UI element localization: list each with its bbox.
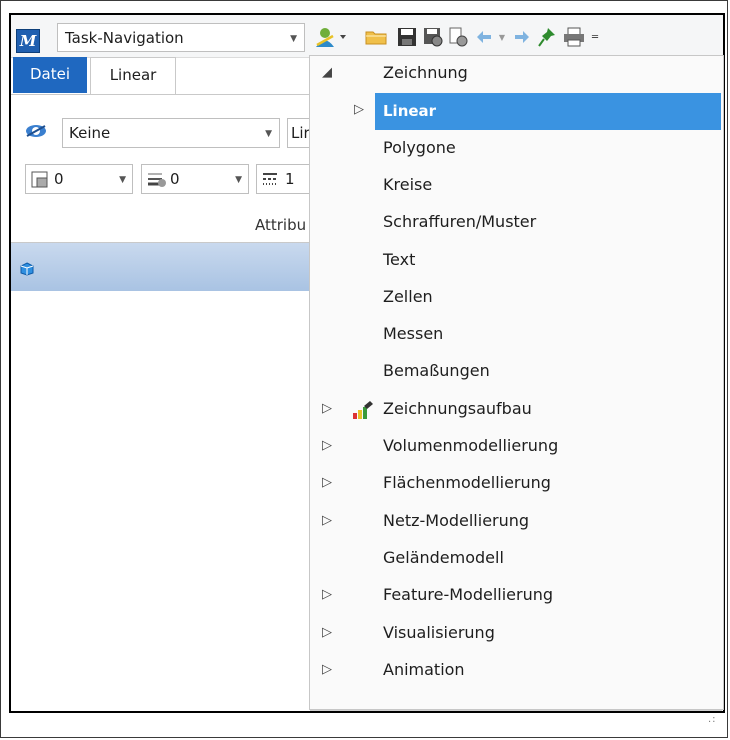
menu-item[interactable]: ▷ Feature-Modellierung [310,578,722,615]
menu-item[interactable]: Messen [310,317,722,354]
menu-item[interactable]: ▷ Zeichnungsaufbau [310,392,722,429]
menu-item[interactable]: Kreise [310,168,722,205]
folder-icon [365,31,387,45]
menu-item-label: Feature-Modellierung [383,585,554,605]
pushpin-icon [538,28,555,47]
active-linestyle-combo[interactable]: 1 [256,164,312,194]
level-display-icon[interactable] [25,122,47,140]
color-icon [31,171,48,188]
line-weight-icon [148,173,166,187]
expand-arrow-icon[interactable]: ▷ [322,401,332,416]
menu-item-label: Geländemodell [383,547,504,567]
menu-item[interactable]: ▷ Netz-Modellierung [310,504,722,541]
menu-item[interactable]: Zellen [310,280,722,317]
ribbon-group-label: Attribu [255,216,307,234]
menu-item[interactable]: ▷ Flächenmodellierung [310,466,722,503]
view-area[interactable] [11,291,311,711]
active-weight-value: 0 [170,170,180,188]
active-style-value: Lir [291,124,310,142]
menu-item-label: Volumenmodellierung [383,436,559,455]
active-level-combo[interactable]: Keine ▼ [62,118,280,148]
compress-button[interactable] [446,24,470,50]
collapse-arrow-icon[interactable]: ◢ [322,65,332,80]
menu-item[interactable]: Geländemodell [310,541,722,578]
chevron-down-icon: ▼ [498,32,506,42]
save-icon [398,28,416,46]
task-navigation-value: Task-Navigation [65,29,184,47]
menu-item-label: Visualisierung [383,622,495,642]
printer-icon [564,27,584,47]
open-folder-button[interactable] [364,24,388,50]
task-navigation-dropdown[interactable]: Task-Navigation ▼ [57,23,305,52]
chevron-down-icon: ▼ [235,175,242,185]
menu-item-label: Polygone [383,137,456,157]
active-weight-combo[interactable]: 0 ▼ [141,164,249,194]
menu-item-label: Zellen [383,286,433,306]
menu-footer-divider [310,710,722,711]
menu-item-label: Netz-Modellierung [383,510,530,530]
menu-item[interactable]: ▷ Visualisierung [310,616,722,653]
pin-button[interactable] [536,24,558,50]
menu-item-label: Zeichnung [383,63,468,82]
menu-item-label: Text [383,249,416,269]
view-header [11,243,311,291]
save-settings-icon [424,28,443,47]
menu-item-label: Zeichnungsaufbau [383,398,532,418]
save-settings-button[interactable] [421,24,445,50]
menu-item[interactable]: Bemaßungen [310,354,722,391]
active-color-combo[interactable]: 0 ▼ [25,164,133,194]
expand-arrow-icon[interactable]: ▷ [354,102,364,117]
menu-item[interactable]: ▷ Animation [310,653,722,690]
resize-grip-icon[interactable]: .: [708,714,717,725]
tab-linear[interactable]: Linear [90,57,176,95]
app-logo-icon[interactable]: M [16,29,40,53]
menu-item-label: Kreise [383,174,433,194]
menu-item[interactable]: Polygone [310,131,722,168]
workflow-user-icon [316,28,346,47]
expand-arrow-icon[interactable]: ▷ [322,587,332,602]
overflow-icon: ═ [591,31,599,43]
menu-item-label: Messen [383,324,444,344]
active-color-value: 0 [54,170,64,188]
expand-arrow-icon[interactable]: ▷ [322,513,332,528]
undo-dropdown[interactable]: ▼ [495,24,509,50]
chevron-down-icon: ▼ [119,175,126,185]
expand-arrow-icon[interactable]: ▷ [322,475,332,490]
redo-button[interactable] [511,24,533,50]
menu-item-label: Linear [383,102,437,121]
menu-item[interactable]: ◢ Zeichnung [310,56,722,93]
workflow-user-button[interactable] [311,24,351,50]
menu-item[interactable]: Schraffuren/Muster [310,205,722,242]
customize-toolbar-button[interactable]: ═ [588,24,602,50]
expand-arrow-icon[interactable]: ▷ [322,438,332,453]
menu-item-label: Schraffuren/Muster [383,212,537,232]
tab-datei[interactable]: Datei [13,57,87,93]
print-button[interactable] [561,24,587,50]
active-level-value: Keine [69,124,111,142]
chevron-down-icon: ▼ [290,34,297,44]
menu-item[interactable]: Text [310,243,722,280]
menu-item-label: Animation [383,659,465,679]
redo-arrow-icon [515,31,529,43]
menu-item[interactable]: ▷ Linear [310,93,722,131]
undo-arrow-icon [477,31,491,43]
active-linestyle-value: 1 [285,170,295,188]
line-style-icon [263,173,277,185]
undo-button[interactable] [473,24,495,50]
compress-icon [449,27,468,47]
drawing-setup-icon [353,400,373,419]
menu-item-label: Flächenmodellierung [383,473,551,493]
menu-item[interactable]: ▷ Volumenmodellierung [310,429,722,466]
expand-arrow-icon[interactable]: ▷ [322,662,332,677]
save-button[interactable] [395,24,419,50]
view-cube-icon[interactable] [20,262,34,276]
menu-item-label: Bemaßungen [383,361,490,381]
chevron-down-icon: ▼ [265,129,272,139]
expand-arrow-icon[interactable]: ▷ [322,625,332,640]
